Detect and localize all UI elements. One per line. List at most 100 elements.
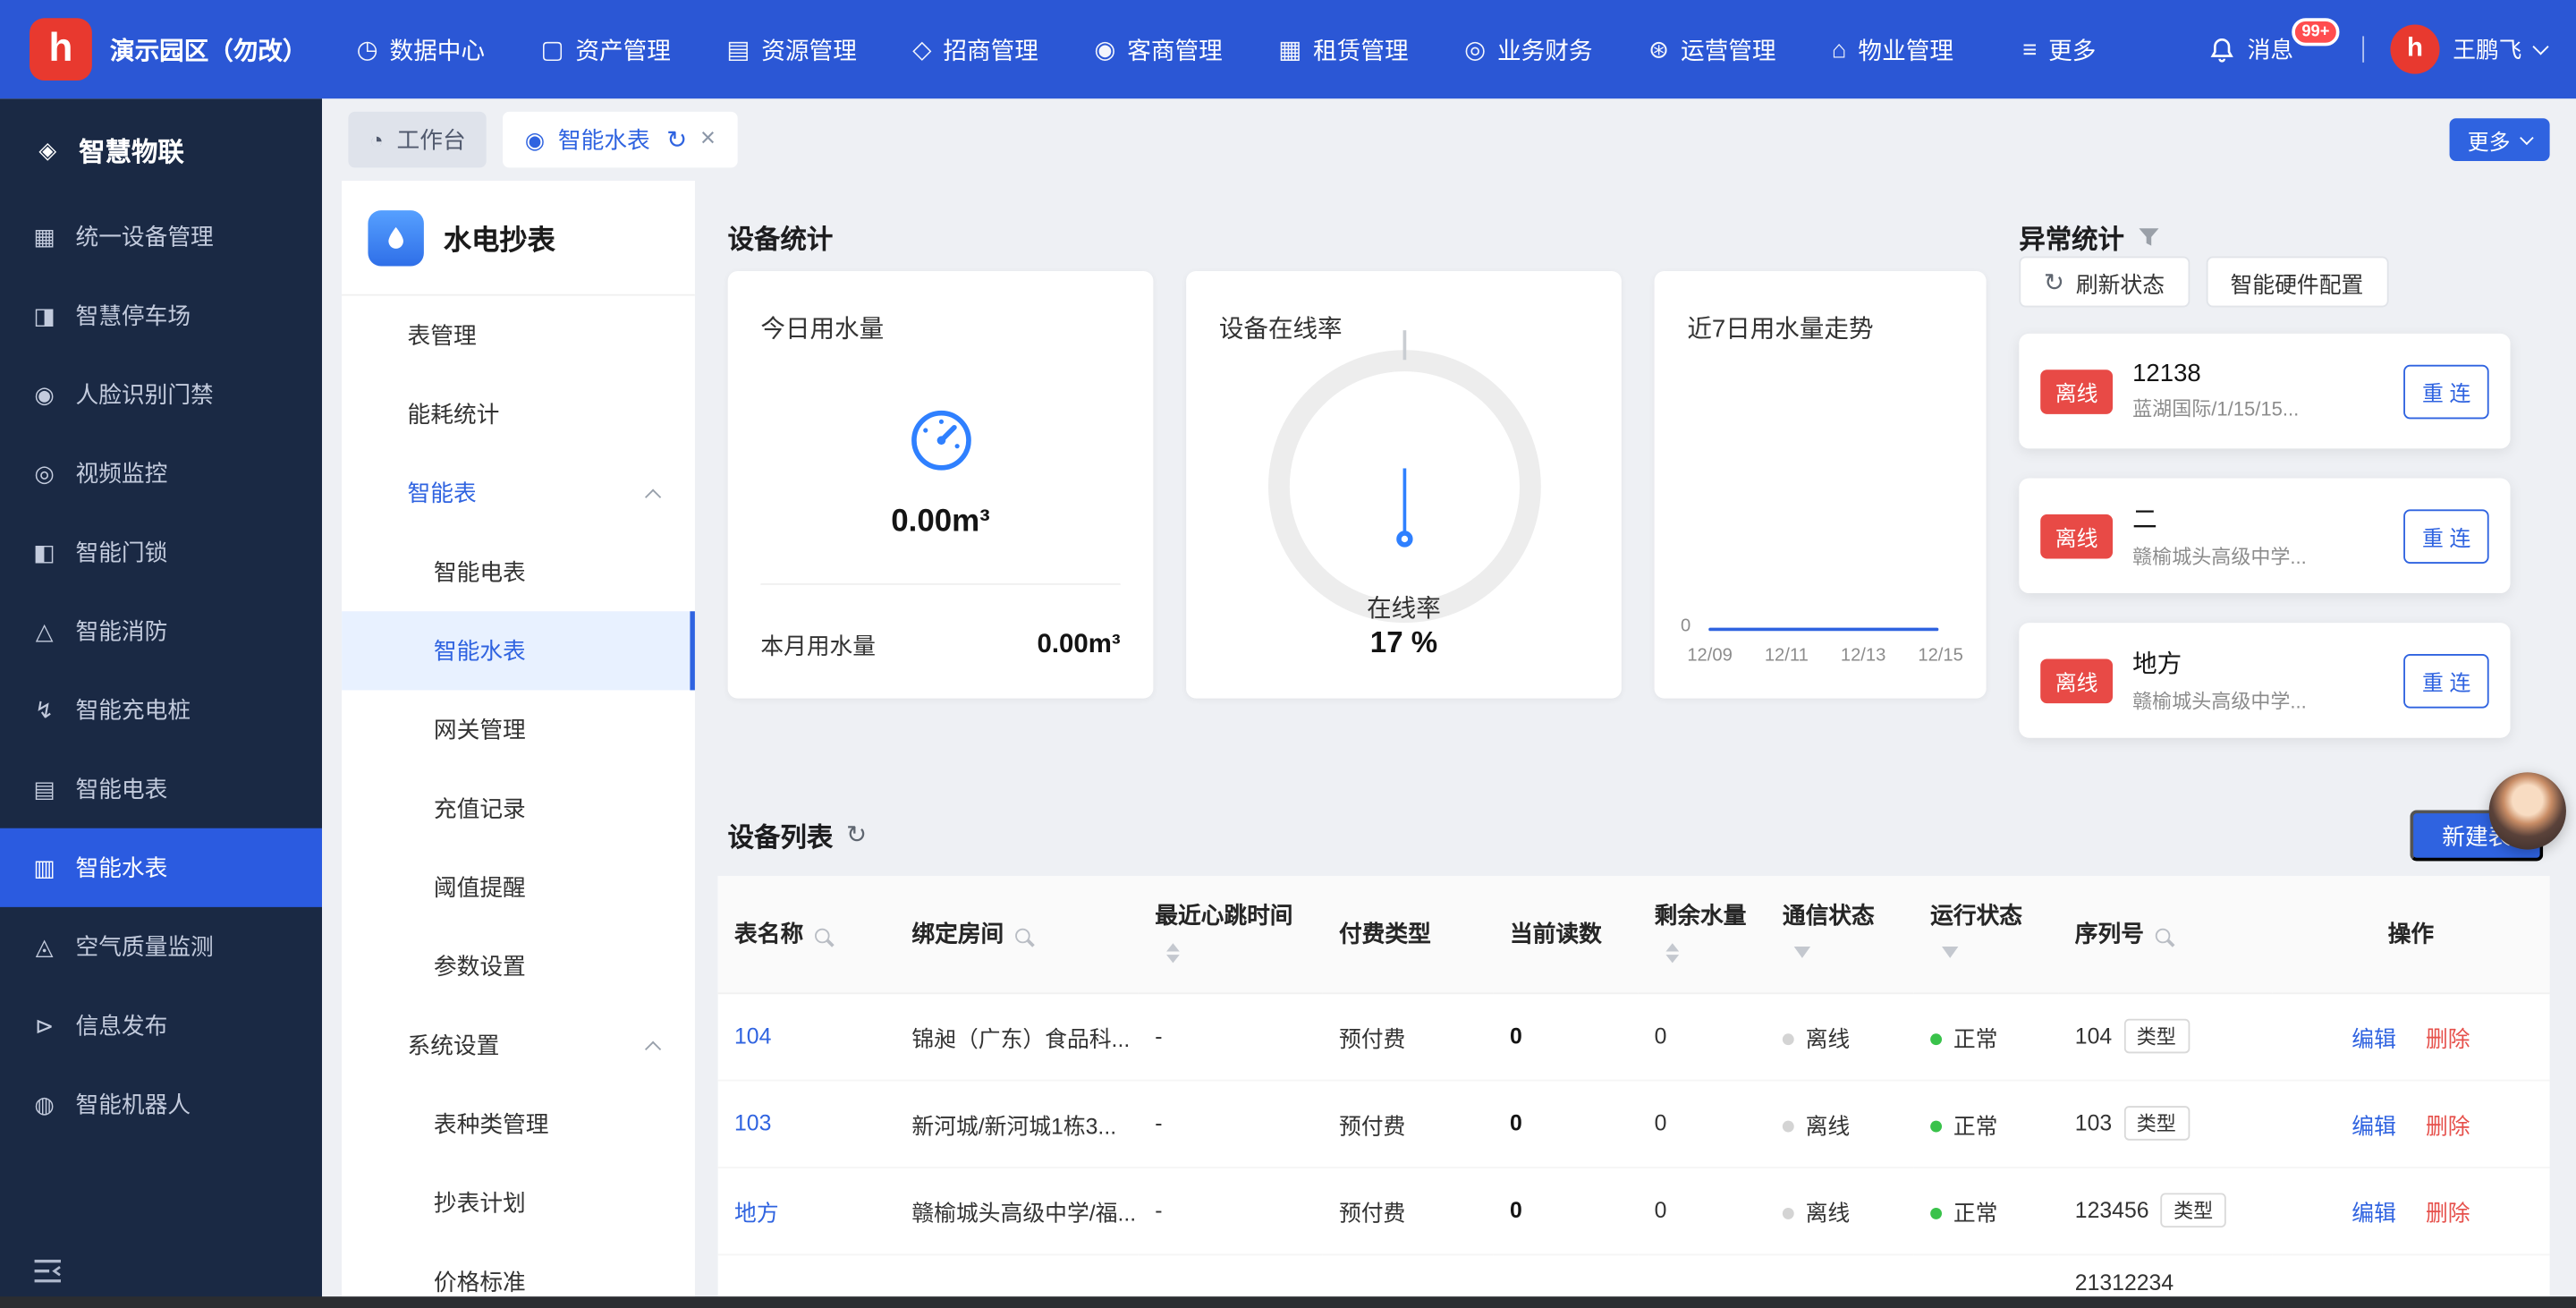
refresh-tab-icon[interactable]: ↻ (666, 125, 687, 155)
submenu-item-smart-electric[interactable]: 智能电表 (342, 532, 695, 611)
col-run-status[interactable]: 运行状态 (1914, 876, 2059, 992)
search-icon[interactable] (815, 928, 830, 943)
tab-workbench[interactable]: ◔工作台 (348, 112, 487, 167)
alarm-device-location: 赣榆城头高级中学... (2132, 687, 2385, 715)
search-icon[interactable] (2156, 928, 2171, 943)
collapse-sidebar-button[interactable] (33, 1259, 63, 1288)
cell-remaining: 0 (1638, 1167, 1766, 1253)
col-meter-name[interactable]: 表名称 (718, 876, 895, 992)
cell-serial: 21312234 (2058, 1253, 2272, 1296)
main-content: 设备统计 今日用水量 0.00m³ 本月用水量 0.00m³ 设备在线率 (695, 181, 2576, 1296)
tabs-more-button[interactable]: 更多 (2450, 118, 2550, 161)
tab-label: 智能水表 (558, 123, 650, 157)
sidebar-item-door-lock[interactable]: ◧智能门锁 (0, 513, 322, 591)
app-logo[interactable]: h (30, 18, 92, 81)
user-menu[interactable]: h 王鹏飞 (2390, 25, 2546, 74)
col-bound-room[interactable]: 绑定房间 (895, 876, 1139, 992)
submenu-item-threshold[interactable]: 阈值提醒 (342, 848, 695, 927)
nav-item-data-center[interactable]: ◷数据中心 (357, 32, 485, 67)
submenu-item-energy-stats[interactable]: 能耗统计 (342, 375, 695, 454)
tab-smart-water-meter[interactable]: ◉ 智能水表 ↻ × (504, 112, 737, 167)
cell-reading: 0 (1494, 992, 1639, 1079)
sidebar-item-water-meter[interactable]: ▥智能水表 (0, 828, 322, 907)
delete-link[interactable]: 删除 (2426, 1201, 2470, 1226)
submenu-item-meter-mgmt[interactable]: 表管理 (342, 296, 695, 375)
col-actions: 操作 (2272, 876, 2549, 992)
sidebar-item-info-publish[interactable]: ⊳信息发布 (0, 986, 322, 1065)
sidebar-item-robot[interactable]: ◍智能机器人 (0, 1065, 322, 1143)
sort-icon[interactable] (1166, 942, 1180, 962)
reconnect-button[interactable]: 重 连 (2404, 653, 2489, 708)
nav-item-investment[interactable]: ◇招商管理 (912, 32, 1038, 67)
submenu-group-system[interactable]: 系统设置 (342, 1006, 695, 1084)
refresh-status-button[interactable]: ↻刷新状态 (2019, 257, 2189, 308)
sidebar-item-face-access[interactable]: ◉人脸识别门禁 (0, 355, 322, 434)
send-icon: ⊳ (30, 1012, 59, 1040)
delete-link[interactable]: 删除 (2426, 1026, 2470, 1051)
card-title: 设备在线率 (1219, 310, 1343, 345)
meter-name-link[interactable]: 104 (734, 1023, 771, 1049)
assistant-avatar[interactable] (2489, 772, 2566, 849)
delete-link[interactable]: 删除 (2426, 1113, 2470, 1138)
hardware-config-label: 智能硬件配置 (2231, 266, 2364, 299)
sort-icon[interactable] (1665, 942, 1679, 962)
cell-comm-status: 离线 (1766, 1080, 1913, 1167)
sidebar-item-video[interactable]: ◎视频监控 (0, 434, 322, 513)
submenu-item-meter-types[interactable]: 表种类管理 (342, 1084, 695, 1163)
cell-room: 赣榆城头高级中学/福... (895, 1167, 1139, 1253)
reconnect-button[interactable]: 重 连 (2404, 364, 2489, 419)
col-remaining-water[interactable]: 剩余水量 (1638, 876, 1766, 992)
sidebar-item-fire[interactable]: △智能消防 (0, 591, 322, 670)
nav-item-finance[interactable]: ◎业务财务 (1464, 32, 1592, 67)
bottom-scrollbar[interactable] (0, 1296, 2576, 1308)
search-icon[interactable] (1015, 928, 1030, 943)
offline-dot-icon (1783, 1209, 1794, 1220)
col-serial[interactable]: 序列号 (2058, 876, 2272, 992)
submenu-item-price-standard[interactable]: 价格标准 (342, 1243, 695, 1297)
park-name[interactable]: 演示园区（勿改） (110, 32, 307, 67)
submenu-item-params[interactable]: 参数设置 (342, 927, 695, 1006)
submenu-item-gateway[interactable]: 网关管理 (342, 690, 695, 769)
nav-item-asset[interactable]: ▢资产管理 (540, 32, 670, 67)
nav-item-merchant[interactable]: ◉客商管理 (1094, 32, 1222, 67)
filter-icon[interactable] (1794, 947, 1810, 958)
nav-item-lease[interactable]: ▦租赁管理 (1278, 32, 1408, 67)
filter-icon[interactable] (1942, 947, 1958, 958)
x-tick-label: 12/13 (1841, 646, 1886, 666)
diamond-icon: ◇ (912, 35, 931, 64)
col-last-heartbeat[interactable]: 最近心跳时间 (1139, 876, 1323, 992)
sidebar-item-charging[interactable]: ↯智能充电桩 (0, 670, 322, 749)
trend-line (1708, 628, 1938, 632)
close-tab-icon[interactable]: × (700, 125, 716, 155)
submenu-item-reading-plan[interactable]: 抄表计划 (342, 1163, 695, 1242)
nav-more-button[interactable]: ≡更多 (2022, 32, 2096, 67)
reconnect-button[interactable]: 重 连 (2404, 508, 2489, 563)
sidebar-item-parking[interactable]: ◨智慧停车场 (0, 276, 322, 355)
submenu-item-smart-water[interactable]: 智能水表 (342, 611, 695, 690)
edit-link[interactable]: 编辑 (2351, 1113, 2396, 1138)
nav-item-operations[interactable]: ⊛运营管理 (1648, 32, 1775, 67)
nav-item-property[interactable]: ⌂物业管理 (1832, 32, 1953, 67)
hardware-config-button[interactable]: 智能硬件配置 (2206, 257, 2388, 308)
col-comm-status[interactable]: 通信状态 (1766, 876, 1913, 992)
edit-link[interactable]: 编辑 (2351, 1026, 2396, 1051)
meter-name-link[interactable]: 地方 (734, 1201, 779, 1226)
user-name: 王鹏飞 (2453, 33, 2521, 66)
sidebar-item-label: 人脸识别门禁 (75, 378, 213, 411)
alarm-device-location: 蓝湖国际/1/15/15... (2132, 395, 2385, 422)
submenu-group-smart-meter[interactable]: 智能表 (342, 454, 695, 532)
nav-label: 数据中心 (390, 32, 486, 67)
filter-icon[interactable] (2138, 226, 2161, 248)
edit-link[interactable]: 编辑 (2351, 1201, 2396, 1226)
refresh-list-icon[interactable]: ↻ (846, 820, 867, 850)
messages-button[interactable]: 消息 99+ (2208, 33, 2336, 66)
user-avatar: h (2390, 25, 2439, 74)
nav-item-resource[interactable]: ▤资源管理 (726, 32, 856, 67)
sidebar-item-electric-meter[interactable]: ▤智能电表 (0, 750, 322, 828)
submenu-label: 价格标准 (434, 1265, 526, 1296)
submenu-item-recharge[interactable]: 充值记录 (342, 769, 695, 848)
cell-heartbeat: - (1139, 1080, 1323, 1167)
meter-name-link[interactable]: 103 (734, 1111, 771, 1136)
sidebar-item-air-quality[interactable]: ◬空气质量监测 (0, 907, 322, 986)
sidebar-item-device-mgmt[interactable]: ▦统一设备管理 (0, 197, 322, 276)
